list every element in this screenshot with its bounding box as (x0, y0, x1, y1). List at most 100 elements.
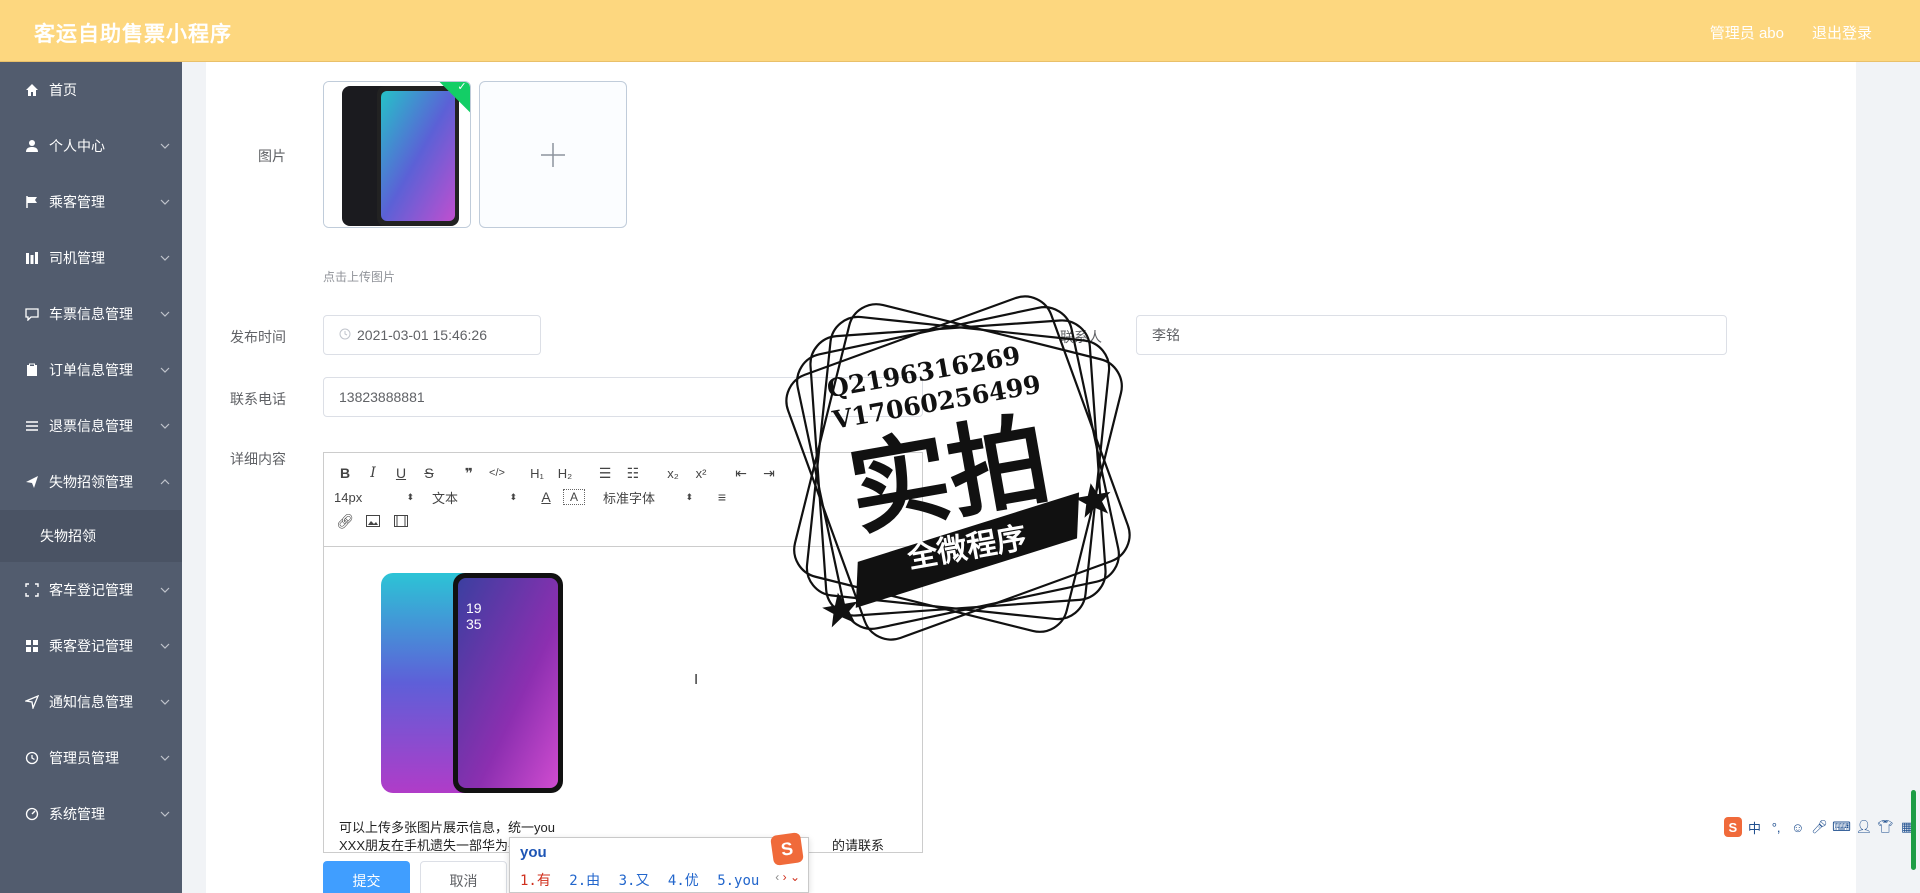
sidebar-item-label: 系统管理 (49, 806, 105, 822)
ime-candidate[interactable]: 2.由 (569, 873, 600, 889)
ime-status-bar: S 中 °, ☺ 🎤︎ ⌨ 👤︎ 👕︎ ▦ (1720, 812, 1920, 842)
uploaded-image-thumbnail[interactable]: ✓ (323, 81, 471, 228)
chevron-down-icon (160, 255, 170, 261)
font-color-icon[interactable]: A (535, 486, 557, 508)
watermark-stamp: Q2196316269 V17060256499 实拍 全微程序 (748, 258, 1168, 678)
sidebar-item-system[interactable]: 系统管理 (0, 786, 182, 842)
blockquote-icon[interactable]: ❞ (458, 462, 480, 484)
sidebar-item-label: 乘客管理 (49, 194, 105, 210)
ime-composition-text: you (520, 844, 547, 861)
select-arrows-icon: ⬍ (406, 491, 414, 502)
editor-line-2-end: 的请联系 (832, 838, 885, 852)
user-icon (24, 138, 40, 154)
sidebar-item-label: 首页 (49, 82, 77, 98)
sidebar-item-notifications[interactable]: 通知信息管理 (0, 674, 182, 730)
sidebar-item-label: 司机管理 (49, 250, 105, 266)
sidebar-item-orders[interactable]: 订单信息管理 (0, 342, 182, 398)
subscript-icon[interactable]: x₂ (662, 462, 684, 484)
align-icon[interactable]: ≡ (711, 486, 733, 508)
font-family-value: 标准字体 (603, 490, 656, 506)
sidebar-item-refunds[interactable]: 退票信息管理 (0, 398, 182, 454)
chevron-right-icon[interactable]: › (783, 870, 787, 884)
chevron-down-icon (160, 423, 170, 429)
chevron-down-icon (160, 811, 170, 817)
chart-icon (24, 250, 40, 266)
sidebar-item-passengers[interactable]: 乘客管理 (0, 174, 182, 230)
bold-button[interactable]: B (334, 462, 356, 484)
ime-candidate[interactable]: 5.you (717, 873, 759, 889)
block-format-select[interactable]: 文本 ⬍ (432, 486, 517, 508)
sogou-logo-icon: S (770, 832, 804, 866)
chevron-down-icon (160, 699, 170, 705)
page-scrollbar[interactable] (1911, 790, 1916, 870)
font-family-select[interactable]: 标准字体 ⬍ (603, 486, 693, 508)
submit-button[interactable]: 提交 (323, 861, 410, 893)
sidebar-item-drivers[interactable]: 司机管理 (0, 230, 182, 286)
sidebar-item-admins[interactable]: 管理员管理 (0, 730, 182, 786)
phone-product-image: 19 35 (381, 573, 563, 793)
sidebar-subitem-lost-found[interactable]: 失物招领 (0, 510, 182, 562)
ime-candidate[interactable]: 4.优 (668, 873, 699, 889)
chevron-down-icon (160, 643, 170, 649)
punctuation-icon[interactable]: °, (1767, 817, 1785, 837)
publish-time-input[interactable]: 2021-03-01 15:46:26 (323, 315, 541, 355)
ime-candidate[interactable]: 3.又 (619, 873, 650, 889)
phone-photo-icon (324, 82, 470, 227)
heading1-icon[interactable]: H₁ (526, 462, 548, 484)
font-size-select[interactable]: 14px ⬍ (334, 486, 414, 508)
skin-icon[interactable]: 👕︎ (1877, 817, 1895, 837)
home-icon (24, 82, 40, 98)
chevron-down-icon[interactable]: ⌄ (790, 870, 800, 884)
ime-candidate-window: you S 1.有 2.由 3.又 4.优 5.you ‹ › ⌄ (509, 832, 809, 893)
select-arrows-icon: ⬍ (509, 491, 517, 502)
list-icon (24, 418, 40, 434)
microphone-icon[interactable]: 🎤︎ (1811, 817, 1829, 837)
underline-button[interactable]: U (390, 462, 412, 484)
emoji-icon[interactable]: ☺ (1789, 817, 1807, 837)
chevron-down-icon (160, 311, 170, 317)
clock-icon (24, 750, 40, 766)
flag-icon (24, 194, 40, 210)
video-icon[interactable] (390, 510, 412, 532)
upload-add-button[interactable] (479, 81, 627, 228)
scan-icon (24, 582, 40, 598)
image-icon[interactable] (362, 510, 384, 532)
send-icon (24, 474, 40, 490)
chevron-left-icon[interactable]: ‹ (775, 870, 779, 884)
sidebar-item-home[interactable]: 首页 (0, 62, 182, 118)
gauge-icon (24, 806, 40, 822)
sidebar-item-bus-registration[interactable]: 客车登记管理 (0, 562, 182, 618)
current-user-label: 管理员 abo (1709, 25, 1784, 42)
strike-button[interactable]: S (418, 462, 440, 484)
chevron-down-icon (160, 755, 170, 761)
sidebar-item-label: 车票信息管理 (49, 306, 133, 322)
superscript-icon[interactable]: x² (690, 462, 712, 484)
bullet-list-icon[interactable]: ☷ (622, 462, 644, 484)
background-color-icon[interactable]: A (563, 489, 585, 505)
ime-mode-toggle[interactable]: 中 (1746, 817, 1764, 837)
code-block-icon[interactable]: </> (486, 462, 508, 484)
paper-plane-icon (24, 694, 40, 710)
person-icon[interactable]: 👤︎ (1855, 817, 1873, 837)
sidebar-item-passenger-registration[interactable]: 乘客登记管理 (0, 618, 182, 674)
sidebar-item-label: 客车登记管理 (49, 582, 133, 598)
sogou-logo-icon[interactable]: S (1723, 817, 1742, 837)
ime-candidate[interactable]: 1.有 (520, 873, 551, 889)
sidebar-item-label: 个人中心 (49, 138, 105, 154)
cancel-button[interactable]: 取消 (420, 861, 507, 893)
chevron-up-icon (160, 479, 170, 485)
grid-icon (24, 638, 40, 654)
italic-button[interactable]: I (362, 462, 384, 484)
ordered-list-icon[interactable]: ☰ (594, 462, 616, 484)
logout-link[interactable]: 退出登录 (1812, 22, 1872, 43)
ime-page-nav[interactable]: ‹ › ⌄ (775, 870, 800, 884)
contact-person-input[interactable]: 李铭 (1136, 315, 1727, 355)
sidebar-item-lost-found-mgmt[interactable]: 失物招领管理 (0, 454, 182, 510)
keyboard-icon[interactable]: ⌨ (1832, 817, 1851, 837)
chevron-down-icon (160, 367, 170, 373)
sidebar-item-profile[interactable]: 个人中心 (0, 118, 182, 174)
sidebar-item-tickets[interactable]: 车票信息管理 (0, 286, 182, 342)
link-icon[interactable]: 🔗︎ (334, 510, 356, 532)
plus-icon (541, 142, 565, 167)
heading2-icon[interactable]: H₂ (554, 462, 576, 484)
